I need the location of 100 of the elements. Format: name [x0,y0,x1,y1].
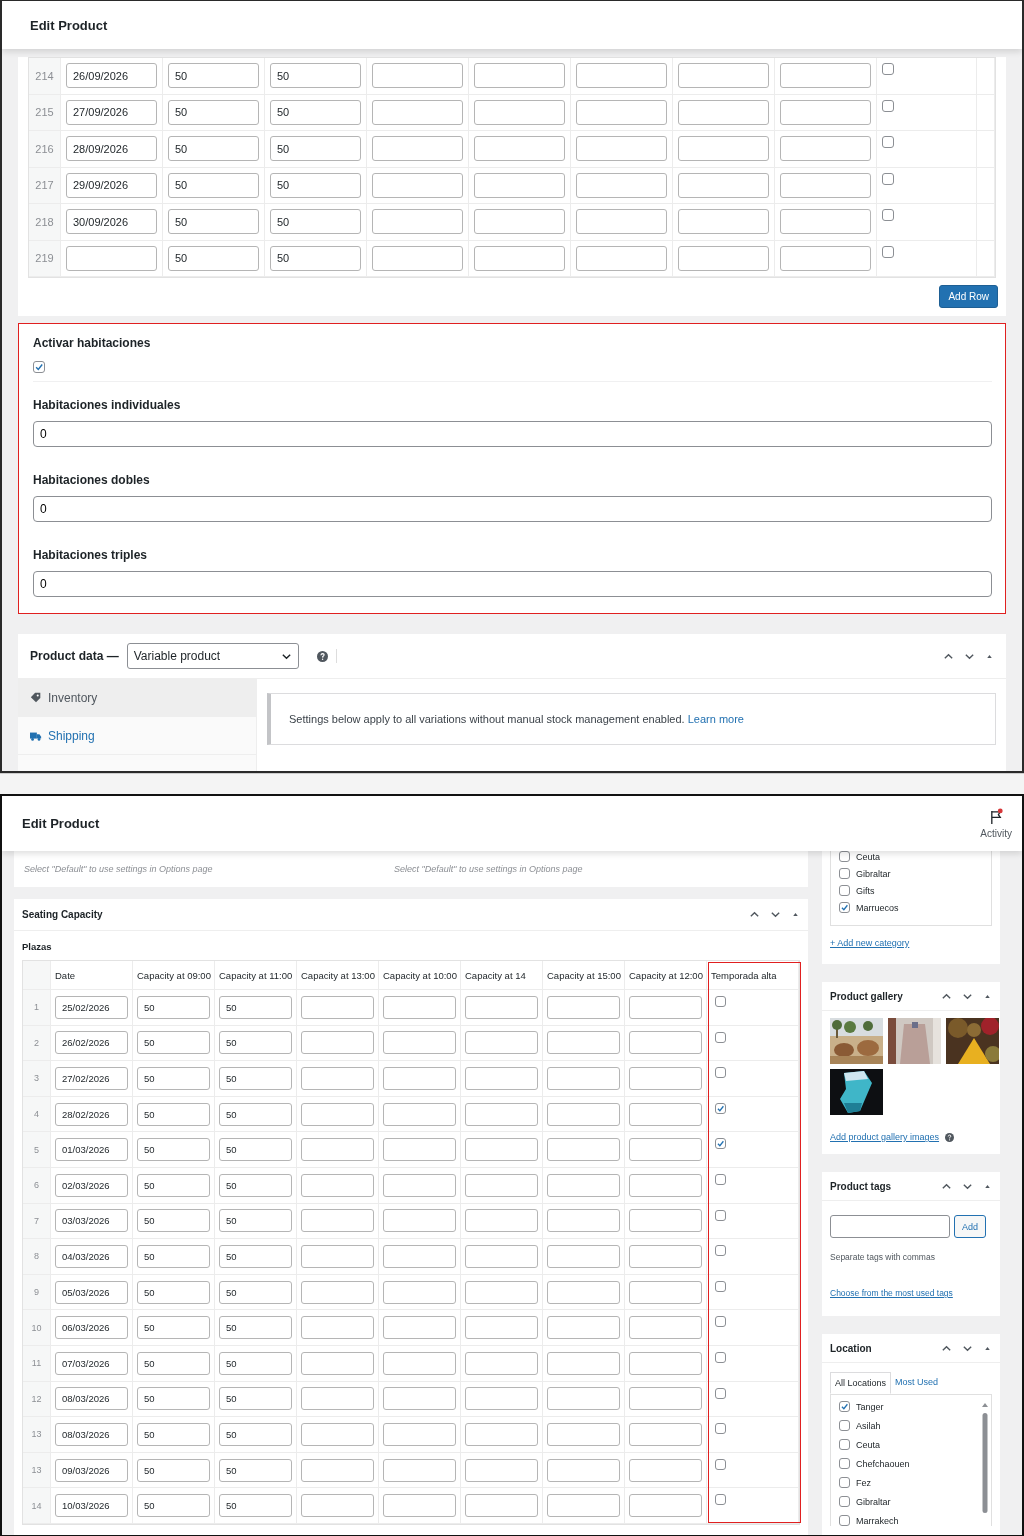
capacity-field[interactable] [629,1209,702,1233]
capacity-field[interactable] [465,1458,538,1482]
learn-more-link[interactable]: Learn more [687,713,744,725]
capacity-field[interactable] [576,99,667,125]
capacity-field[interactable] [576,172,667,198]
capacity-field[interactable] [301,1351,374,1375]
capacity-field[interactable]: 50 [219,1244,292,1268]
date-field[interactable]: 01/03/2026 [55,1138,128,1162]
checkbox[interactable] [715,1173,726,1185]
date-field[interactable]: 27/02/2026 [55,1067,128,1090]
capacity-field[interactable] [780,209,871,235]
capacity-field[interactable] [465,1316,538,1340]
date-field[interactable]: 10/03/2026 [55,1494,128,1518]
capacity-field[interactable] [629,1351,702,1375]
capacity-field[interactable] [383,1351,456,1375]
capacity-field[interactable] [547,1244,620,1268]
capacity-field[interactable] [576,63,667,89]
capacity-field[interactable] [383,1173,456,1197]
capacity-field[interactable]: 50 [137,1458,210,1482]
capacity-field[interactable]: 50 [219,1351,292,1375]
checkbox[interactable] [715,1138,726,1150]
capacity-field[interactable] [780,99,871,125]
capacity-field[interactable]: 50 [219,1031,292,1055]
capacity-field[interactable] [301,1316,374,1340]
capacity-field[interactable]: 50 [219,1458,292,1482]
checkbox[interactable] [882,63,894,75]
capacity-field[interactable] [629,1458,702,1482]
checkbox[interactable] [715,1423,726,1435]
capacity-field[interactable]: 50 [270,209,361,235]
capacity-field[interactable] [465,1173,538,1197]
capacity-field[interactable] [629,1422,702,1446]
capacity-field[interactable] [465,1102,538,1126]
capacity-field[interactable] [465,1387,538,1411]
capacity-field[interactable] [474,63,565,89]
capacity-field[interactable] [383,1244,456,1268]
capacity-field[interactable]: 50 [270,245,361,271]
capacity-field[interactable] [301,1387,374,1411]
chevron-down-icon[interactable] [770,909,781,920]
capacity-field[interactable] [678,172,769,198]
capacity-field[interactable] [474,172,565,198]
checkbox[interactable] [882,172,894,185]
checkbox[interactable] [839,885,850,896]
capacity-field[interactable] [301,1173,374,1197]
date-field[interactable]: 28/09/2026 [66,136,157,162]
checkbox[interactable] [839,1496,850,1507]
capacity-field[interactable] [629,1102,702,1126]
date-field[interactable]: 03/03/2026 [55,1209,128,1233]
capacity-field[interactable] [465,1494,538,1518]
capacity-field[interactable]: 50 [168,209,259,235]
checkbox[interactable] [839,851,850,862]
capacity-field[interactable] [576,209,667,235]
tag-input[interactable] [830,1215,950,1238]
date-field[interactable]: 28/02/2026 [55,1102,128,1126]
checkbox[interactable] [715,1280,726,1292]
capacity-field[interactable] [301,1209,374,1233]
capacity-field[interactable] [474,136,565,162]
date-field[interactable]: 30/09/2026 [66,209,157,235]
capacity-field[interactable] [465,1351,538,1375]
capacity-field[interactable]: 50 [270,172,361,198]
capacity-field[interactable] [372,172,463,198]
capacity-field[interactable] [301,1102,374,1126]
capacity-field[interactable] [547,1316,620,1340]
capacity-field[interactable]: 50 [270,63,361,89]
date-field[interactable]: 07/03/2026 [55,1351,128,1375]
capacity-field[interactable]: 50 [137,1209,210,1233]
capacity-field[interactable] [678,99,769,125]
capacity-field[interactable]: 50 [137,1422,210,1446]
capacity-field[interactable]: 50 [137,1316,210,1340]
capacity-field[interactable]: 50 [219,1209,292,1233]
capacity-field[interactable] [383,1102,456,1126]
date-field[interactable]: 05/03/2026 [55,1280,128,1304]
checkbox[interactable] [839,902,850,913]
capacity-field[interactable]: 50 [219,1173,292,1197]
capacity-field[interactable]: 50 [219,1280,292,1304]
capacity-field[interactable]: 50 [219,1067,292,1090]
date-field[interactable]: 09/03/2026 [55,1458,128,1482]
capacity-field[interactable] [629,1280,702,1304]
capacity-field[interactable]: 50 [219,1422,292,1446]
capacity-field[interactable]: 50 [137,1067,210,1090]
capacity-field[interactable] [780,172,871,198]
capacity-field[interactable] [465,1280,538,1304]
capacity-field[interactable] [301,1138,374,1162]
date-field[interactable]: 25/02/2026 [55,995,128,1019]
capacity-field[interactable]: 50 [219,1494,292,1518]
capacity-field[interactable] [465,1031,538,1055]
capacity-field[interactable] [780,245,871,271]
capacity-field[interactable] [547,1138,620,1162]
capacity-field[interactable] [301,1067,374,1090]
capacity-field[interactable] [678,209,769,235]
capacity-field[interactable] [629,1067,702,1090]
checkbox[interactable] [882,209,894,221]
capacity-field[interactable] [576,245,667,271]
capacity-field[interactable] [383,1067,456,1090]
capacity-field[interactable] [301,1494,374,1518]
capacity-field[interactable] [780,136,871,162]
date-field[interactable]: 27/09/2026 [66,99,157,125]
capacity-field[interactable]: 50 [168,63,259,89]
checkbox[interactable] [715,1209,726,1221]
checkbox[interactable] [715,1494,726,1506]
checkbox[interactable] [882,136,894,148]
